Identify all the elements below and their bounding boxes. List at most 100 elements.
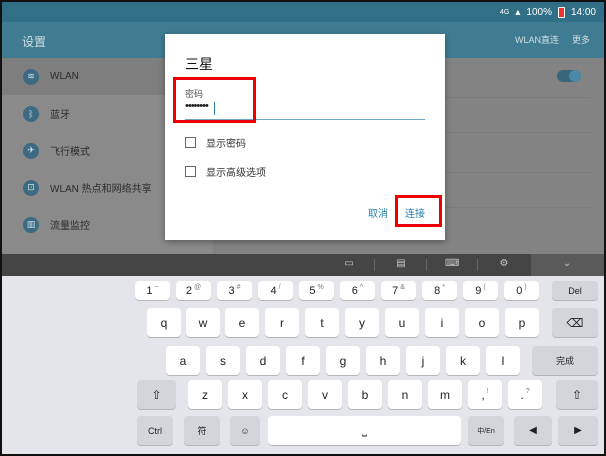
app-title: 设置 xyxy=(22,35,47,49)
sidebar-item-label: WLAN xyxy=(50,71,79,82)
delete-button[interactable]: Del xyxy=(552,281,598,300)
bluetooth-icon: ᛒ xyxy=(23,105,39,122)
wifi-password-dialog: 三星 密码 •••••••• 显示密码 显示高级选项 取消 连接 xyxy=(165,34,445,240)
sidebar-item-label: 流量监控 xyxy=(50,221,90,232)
key-k[interactable]: k xyxy=(446,346,480,375)
show-password-option[interactable]: 显示密码 xyxy=(185,135,246,150)
key-p[interactable]: p xyxy=(505,308,539,337)
key-u[interactable]: u xyxy=(385,308,419,337)
toggle-knob xyxy=(569,70,581,82)
key-period[interactable]: .? xyxy=(508,380,542,409)
shift-icon: ⇧ xyxy=(571,387,583,402)
backspace-icon: ⌫ xyxy=(566,315,584,330)
key-e[interactable]: e xyxy=(225,308,259,337)
key-i[interactable]: i xyxy=(425,308,459,337)
hide-keyboard-button[interactable]: ⌄ xyxy=(531,254,604,276)
show-password-checkbox[interactable] xyxy=(185,137,196,148)
screen-frame: 4G ▴ 100% 14:00 设置 WLAN直连 更多 ≋ WLAN ᛒ 蓝牙… xyxy=(0,0,606,456)
shift-right-button[interactable]: ⇧ xyxy=(556,380,598,409)
key-2[interactable]: 2 @ xyxy=(176,281,211,300)
key-m[interactable]: m xyxy=(428,380,462,409)
key-h[interactable]: h xyxy=(366,346,400,375)
keyboard-layout-icon[interactable]: ⌨ xyxy=(445,258,459,271)
done-button[interactable]: 完成 xyxy=(532,346,598,375)
key-comma[interactable]: ,! xyxy=(468,380,502,409)
dialog-title: 三星 xyxy=(185,56,213,72)
key-v[interactable]: v xyxy=(308,380,342,409)
key-t[interactable]: t xyxy=(305,308,339,337)
key-6[interactable]: 6 ^ xyxy=(340,281,375,300)
key-8[interactable]: 8 * xyxy=(422,281,457,300)
wlan-toggle[interactable] xyxy=(557,70,581,82)
more-button[interactable]: 更多 xyxy=(572,33,590,46)
keyboard: 1 ~ 2 @ 3 # 4/ 5% 6 ^ 7 & 8 * 9( 0) Del q w e … xyxy=(2,276,604,454)
key-o[interactable]: o xyxy=(465,308,499,337)
divider xyxy=(426,259,427,271)
signal-icon: ▴ xyxy=(515,6,521,18)
key-0[interactable]: 0) xyxy=(504,281,539,300)
emoji-icon: ☺ xyxy=(240,425,250,436)
cursor-left-button[interactable]: ◀ xyxy=(514,416,552,445)
show-password-label: 显示密码 xyxy=(206,139,246,150)
clipboard-icon[interactable]: ▤ xyxy=(394,258,408,271)
key-1[interactable]: 1 ~ xyxy=(135,281,170,300)
shift-icon: ⇧ xyxy=(151,387,162,402)
key-5[interactable]: 5% xyxy=(299,281,334,300)
keyboard-mode-icon[interactable]: ▭ xyxy=(342,258,356,271)
status-bar: 4G ▴ 100% 14:00 xyxy=(2,2,604,22)
key-d[interactable]: d xyxy=(246,346,280,375)
highlight-connect xyxy=(395,195,442,227)
right-arrow-icon: ▶ xyxy=(574,425,582,436)
symbols-button[interactable]: 符 xyxy=(184,416,220,445)
key-b[interactable]: b xyxy=(348,380,382,409)
key-f[interactable]: f xyxy=(286,346,320,375)
language-switch-button[interactable]: 中/En xyxy=(468,416,504,445)
key-a[interactable]: a xyxy=(166,346,200,375)
sidebar-item-label: 蓝牙 xyxy=(50,110,70,121)
key-z[interactable]: z xyxy=(188,380,222,409)
key-9[interactable]: 9( xyxy=(463,281,498,300)
key-7[interactable]: 7 & xyxy=(381,281,416,300)
key-3[interactable]: 3 # xyxy=(217,281,252,300)
key-l[interactable]: l xyxy=(486,346,520,375)
key-w[interactable]: w xyxy=(186,308,220,337)
key-g[interactable]: g xyxy=(326,346,360,375)
key-c[interactable]: c xyxy=(268,380,302,409)
battery-icon xyxy=(557,6,565,18)
key-n[interactable]: n xyxy=(388,380,422,409)
emoji-button[interactable]: ☺ xyxy=(230,416,260,445)
highlight-password xyxy=(173,77,256,123)
wifi-icon: ≋ xyxy=(23,68,39,85)
data-usage-icon: ▥ xyxy=(23,216,39,233)
cancel-button[interactable]: 取消 xyxy=(368,205,388,220)
battery-percent: 100% xyxy=(526,6,552,18)
key-x[interactable]: x xyxy=(228,380,262,409)
advanced-options-label: 显示高级选项 xyxy=(206,168,266,179)
settings-gear-icon[interactable]: ⚙ xyxy=(497,258,511,271)
shift-button[interactable]: ⇧ xyxy=(137,380,176,409)
key-s[interactable]: s xyxy=(206,346,240,375)
sidebar-item-label: WLAN 热点和网络共享 xyxy=(50,184,152,195)
key-r[interactable]: r xyxy=(265,308,299,337)
advanced-options-checkbox[interactable] xyxy=(185,166,196,177)
backspace-button[interactable]: ⌫ xyxy=(552,308,598,337)
left-arrow-icon: ◀ xyxy=(529,425,537,436)
signal-indicator: 4G xyxy=(500,8,510,16)
airplane-icon: ✈ xyxy=(23,142,39,159)
divider xyxy=(374,259,375,271)
advanced-options-option[interactable]: 显示高级选项 xyxy=(185,164,266,179)
chevron-down-icon: ⌄ xyxy=(562,258,572,269)
key-j[interactable]: j xyxy=(406,346,440,375)
spacebar[interactable]: ⎵ xyxy=(268,416,461,445)
keyboard-toolbar: ▭ ▤ ⌨ ⚙ ⌄ xyxy=(2,254,604,276)
cursor-right-button[interactable]: ▶ xyxy=(558,416,598,445)
ctrl-button[interactable]: Ctrl xyxy=(137,416,173,445)
clock: 14:00 xyxy=(570,6,596,18)
key-y[interactable]: y xyxy=(345,308,379,337)
wifi-direct-button[interactable]: WLAN直连 xyxy=(515,33,559,46)
divider xyxy=(477,259,478,271)
key-q[interactable]: q xyxy=(147,308,181,337)
key-4[interactable]: 4/ xyxy=(258,281,293,300)
space-icon: ⎵ xyxy=(362,423,367,437)
hotspot-icon: ⊡ xyxy=(23,179,39,196)
